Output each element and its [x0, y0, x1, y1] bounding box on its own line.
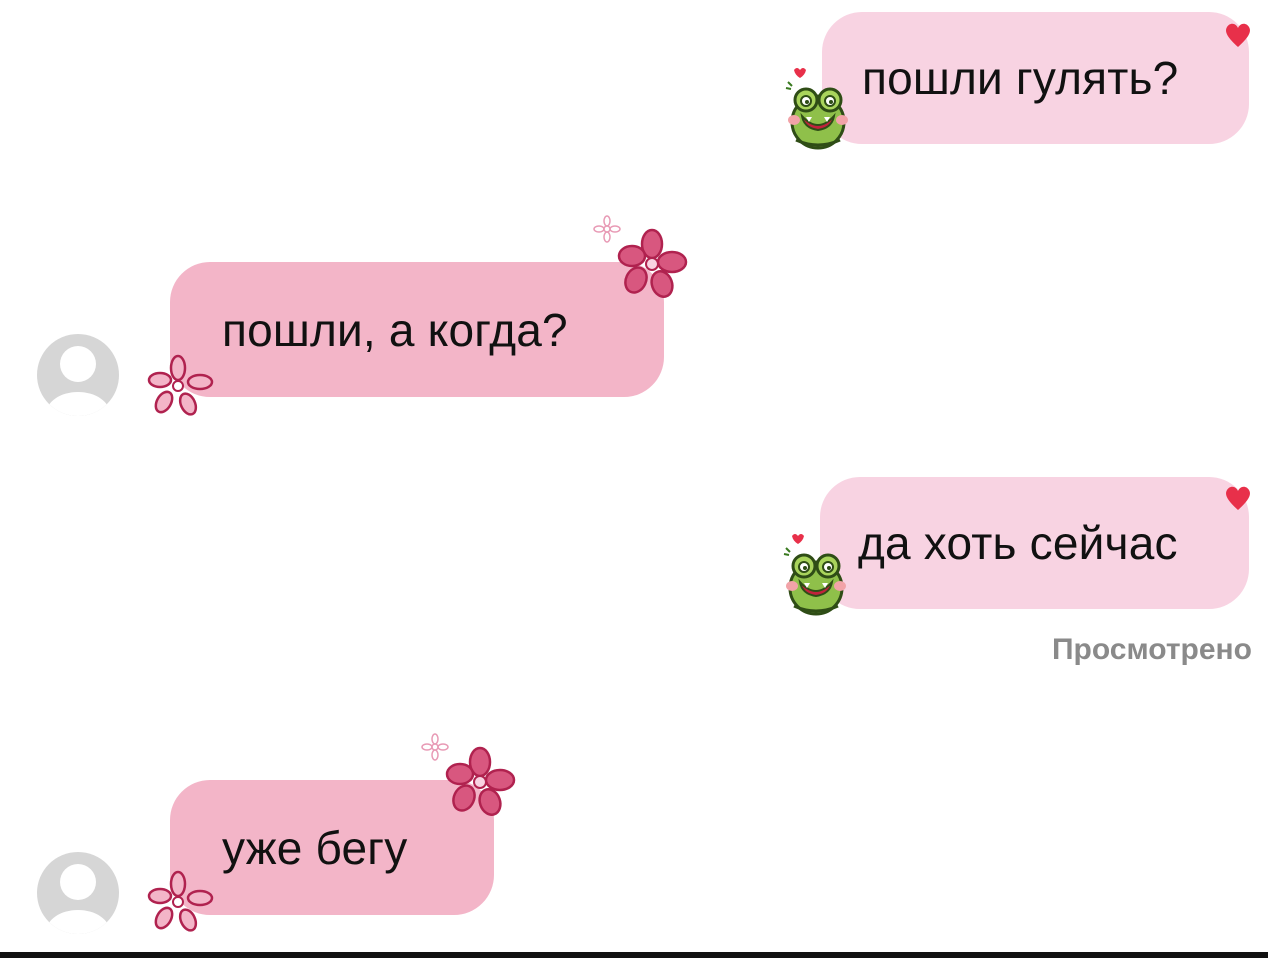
message-bubble-incoming[interactable]: пошли, а когда?: [170, 262, 664, 397]
bottom-divider: [0, 952, 1268, 958]
message-bubble-outgoing[interactable]: пошли гулять?: [822, 12, 1249, 144]
frog-sticker-icon: [785, 68, 848, 150]
heart-icon: [1226, 486, 1250, 510]
flower-sticker-icon: [147, 354, 214, 416]
flower-sticker-icon: [147, 870, 214, 932]
heart-icon: [1226, 23, 1250, 47]
flower-sticker-icon: [421, 733, 516, 816]
message-text: пошли гулять?: [862, 52, 1179, 104]
frog-sticker-icon: [783, 534, 846, 616]
default-avatar-icon[interactable]: [37, 334, 119, 416]
message-text: уже бегу: [222, 821, 408, 874]
seen-status: Просмотрено: [1051, 633, 1252, 666]
message-text: да хоть сейчас: [858, 517, 1178, 569]
default-avatar-icon[interactable]: [37, 852, 119, 934]
chat-thread: пошли гулять? пошли, а когда? да хоть се…: [0, 0, 1268, 952]
message-text: пошли, а когда?: [222, 303, 568, 356]
flower-sticker-icon: [593, 215, 688, 298]
message-bubble-outgoing[interactable]: да хоть сейчас: [820, 477, 1249, 609]
